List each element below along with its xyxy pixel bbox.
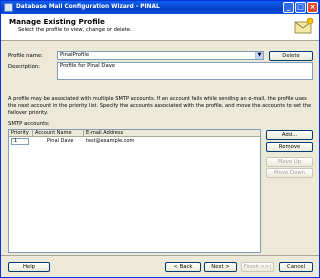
- smtp-accounts-label: SMTP accounts:: [8, 121, 50, 127]
- add-button[interactable]: Add...: [266, 130, 313, 140]
- close-icon[interactable]: ×: [307, 2, 318, 13]
- info-text: A profile may be associated with multipl…: [8, 96, 312, 116]
- description-field[interactable]: Profile for Pinal Dave: [57, 62, 313, 80]
- next-button[interactable]: Next >: [204, 262, 237, 272]
- move-up-button[interactable]: Move Up: [266, 157, 313, 167]
- page-subtitle: Select the profile to view, change or de…: [18, 27, 132, 33]
- window-title: Database Mail Configuration Wizard - PIN…: [16, 4, 160, 10]
- wizard-window: Database Mail Configuration Wizard - PIN…: [0, 0, 320, 278]
- move-down-button[interactable]: Move Down: [266, 168, 313, 178]
- footer-divider: [1, 255, 319, 256]
- smtp-accounts-grid[interactable]: Priority Account Name E-mail Address 1 P…: [8, 129, 261, 253]
- minimize-icon[interactable]: _: [283, 2, 294, 13]
- delete-button[interactable]: Delete: [269, 51, 313, 61]
- wizard-mail-icon: [294, 17, 314, 34]
- maximize-icon[interactable]: □: [295, 2, 306, 13]
- profile-name-value: PinalProfile: [60, 52, 90, 58]
- cell-email: test@example.com: [86, 138, 135, 144]
- grid-header: Priority Account Name E-mail Address: [9, 130, 260, 137]
- title-bar[interactable]: Database Mail Configuration Wizard - PIN…: [1, 1, 319, 14]
- column-header-email[interactable]: E-mail Address: [84, 130, 260, 137]
- finish-button[interactable]: Finish >>|: [241, 262, 274, 272]
- page-title: Manage Existing Profile: [9, 17, 105, 26]
- column-header-priority[interactable]: Priority: [9, 130, 33, 137]
- cell-account-name: Pinal Dave: [47, 138, 74, 144]
- help-button[interactable]: Help: [8, 262, 50, 272]
- app-icon: [4, 3, 13, 12]
- cancel-button[interactable]: Cancel: [279, 262, 313, 272]
- cell-priority: 1: [11, 138, 29, 145]
- description-value: Profile for Pinal Dave: [60, 63, 116, 69]
- wizard-header: Manage Existing Profile Select the profi…: [1, 14, 319, 41]
- remove-button[interactable]: Remove: [266, 142, 313, 152]
- description-label: Description:: [8, 64, 40, 70]
- table-row[interactable]: 1 Pinal Dave test@example.com: [9, 138, 260, 145]
- chevron-down-icon[interactable]: ▼: [255, 52, 263, 59]
- profile-name-label: Profile name:: [8, 53, 43, 59]
- column-header-account-name[interactable]: Account Name: [33, 130, 84, 137]
- back-button[interactable]: < Back: [165, 262, 201, 272]
- profile-name-combo[interactable]: PinalProfile ▼: [57, 51, 264, 60]
